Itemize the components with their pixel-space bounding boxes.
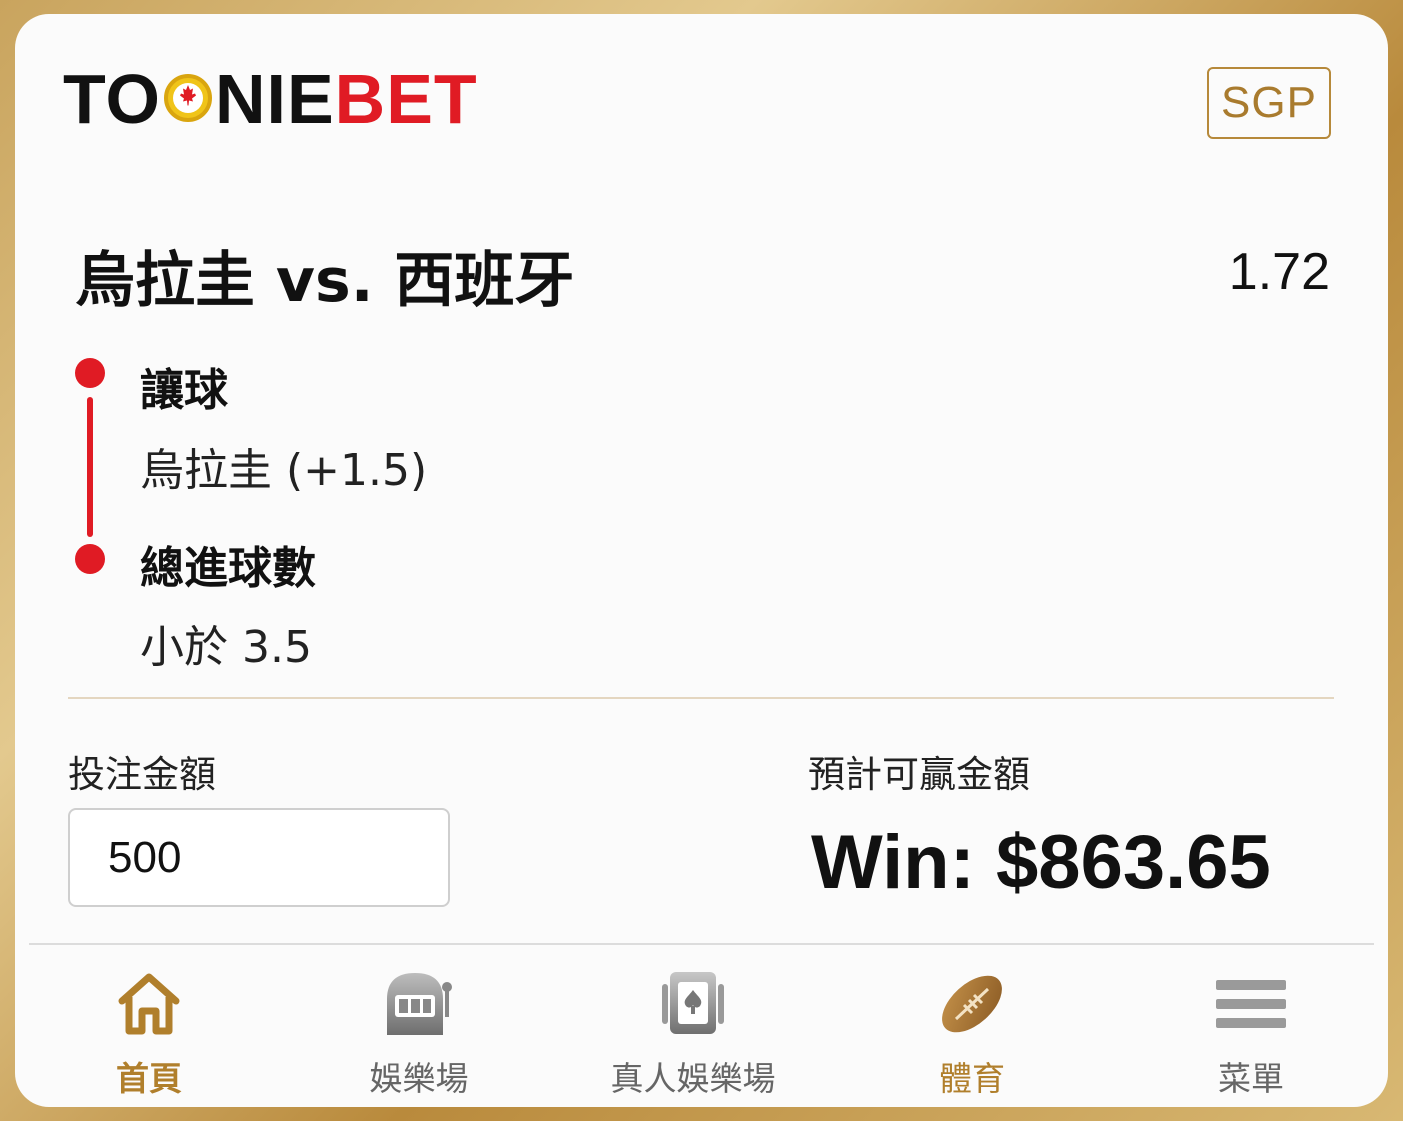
match-title: 烏拉圭 vs. 西班牙 bbox=[75, 246, 575, 316]
nav-label-home: 首頁 bbox=[116, 1059, 182, 1098]
menu-icon bbox=[1211, 968, 1291, 1040]
potential-win-amount: Win: $863.65 bbox=[811, 820, 1271, 905]
nav-item-casino[interactable]: 娛樂場 bbox=[299, 968, 539, 1100]
nav-label-menu: 菜單 bbox=[1218, 1059, 1284, 1098]
home-icon bbox=[109, 968, 189, 1040]
bet-slip-card: TO NIE BET SGP 烏拉圭 vs. 西班牙 1.72 讓球 烏拉圭 (… bbox=[15, 14, 1388, 1107]
sgp-badge[interactable]: SGP bbox=[1207, 67, 1331, 139]
nav-label-sports: 體育 bbox=[939, 1059, 1005, 1098]
bottom-nav: 首頁 娛樂場 真人娛樂場 體育 菜單 bbox=[15, 946, 1388, 1107]
nav-label-live-casino: 真人娛樂場 bbox=[610, 1059, 776, 1098]
leg-2-selection: 小於 3.5 bbox=[140, 622, 312, 673]
combined-odds: 1.72 bbox=[1228, 243, 1330, 301]
nav-item-live-casino[interactable]: 真人娛樂場 bbox=[573, 968, 813, 1100]
tooniebet-logo[interactable]: TO NIE BET bbox=[63, 64, 478, 134]
logo-text-part-1: TO bbox=[63, 60, 161, 138]
stake-input[interactable] bbox=[68, 808, 450, 907]
football-icon bbox=[932, 968, 1012, 1040]
leg-1-selection: 烏拉圭 (+1.5) bbox=[140, 445, 428, 496]
nav-item-sports[interactable]: 體育 bbox=[852, 968, 1092, 1100]
leg-1-dot bbox=[75, 358, 105, 388]
slot-machine-icon bbox=[379, 968, 459, 1040]
section-divider bbox=[68, 697, 1334, 699]
stake-label: 投注金額 bbox=[68, 753, 216, 796]
potential-win-label: 預計可贏金額 bbox=[808, 753, 1030, 796]
nav-divider bbox=[29, 943, 1374, 945]
logo-text-part-3: BET bbox=[334, 60, 478, 138]
nav-label-casino: 娛樂場 bbox=[369, 1059, 469, 1098]
playing-card-icon bbox=[653, 968, 733, 1040]
leg-1-market: 讓球 bbox=[140, 365, 228, 416]
nav-item-menu[interactable]: 菜單 bbox=[1131, 968, 1371, 1100]
logo-text-part-2: NIE bbox=[214, 60, 335, 138]
maple-leaf-coin-icon bbox=[163, 74, 212, 122]
nav-item-home[interactable]: 首頁 bbox=[29, 968, 269, 1100]
leg-2-market: 總進球數 bbox=[140, 543, 316, 594]
leg-connector-line bbox=[87, 397, 93, 537]
leg-2-dot bbox=[75, 544, 105, 574]
